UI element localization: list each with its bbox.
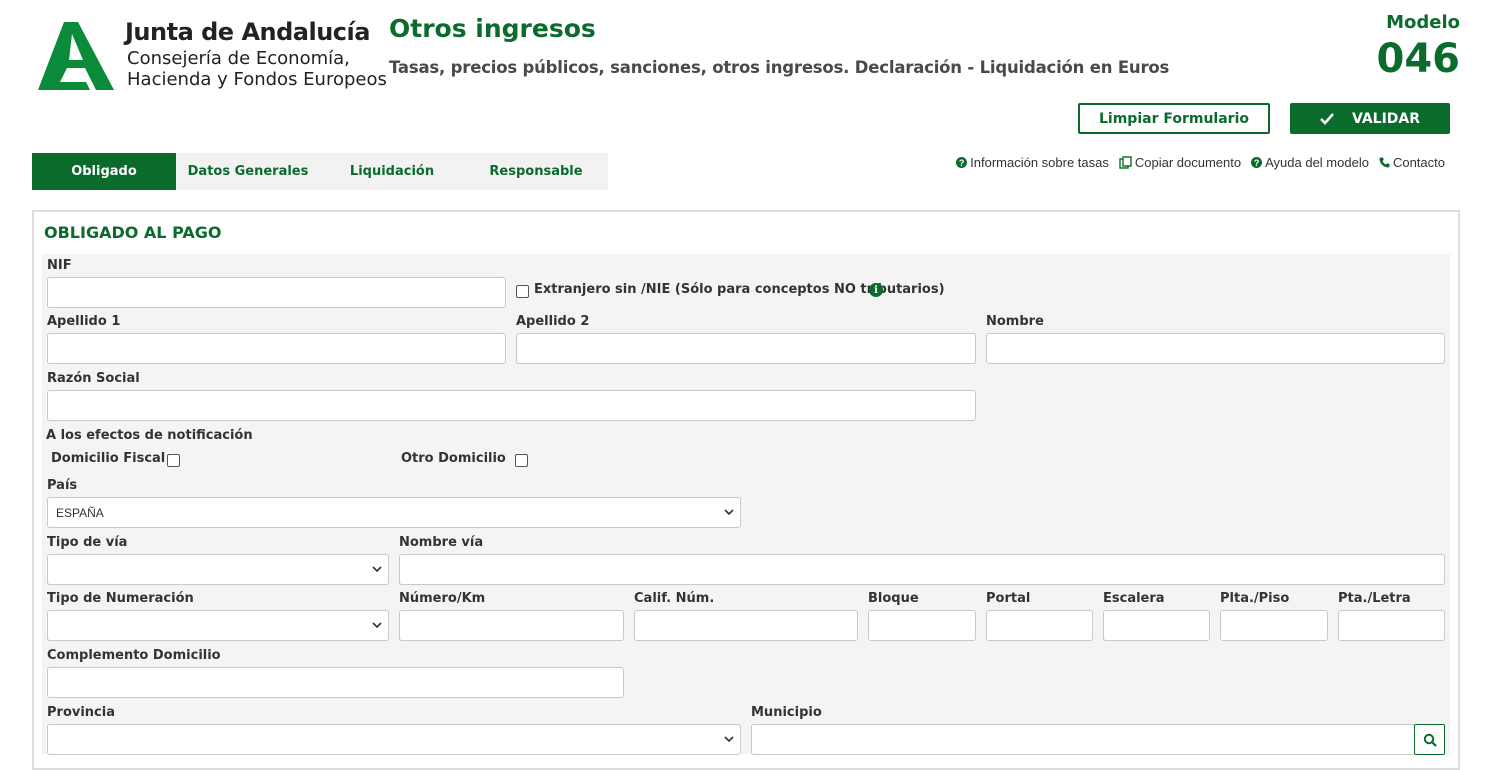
- brand-line-1: Consejería de Economía,: [127, 48, 350, 69]
- brand-title: Junta de Andalucía: [125, 18, 370, 46]
- link-contacto[interactable]: Contacto: [1379, 155, 1445, 170]
- nombre-label: Nombre: [986, 314, 1044, 329]
- escalera-label: Escalera: [1103, 591, 1165, 606]
- apellido2-label: Apellido 2: [516, 314, 590, 329]
- link-label: Información sobre tasas: [970, 155, 1109, 170]
- question-icon: ?: [956, 157, 968, 168]
- nombre-via-input[interactable]: [399, 554, 1445, 585]
- razon-social-input[interactable]: [47, 390, 976, 421]
- chevron-down-icon: [372, 622, 382, 629]
- modelo-number: 046: [1376, 36, 1461, 82]
- clear-form-button[interactable]: Limpiar Formulario: [1078, 103, 1270, 134]
- tipo-numeracion-label: Tipo de Numeración: [47, 591, 194, 606]
- bloque-label: Bloque: [868, 591, 919, 606]
- brand-line-2: Hacienda y Fondos Europeos: [127, 69, 387, 90]
- tab-obligado[interactable]: Obligado: [32, 153, 176, 190]
- portal-input[interactable]: [986, 610, 1093, 641]
- modelo-label: Modelo: [1386, 12, 1460, 33]
- chevron-down-icon: [724, 736, 734, 743]
- numero-km-input[interactable]: [399, 610, 624, 641]
- chevron-down-icon: [372, 566, 382, 573]
- search-icon: [1423, 733, 1437, 747]
- copy-icon: [1119, 156, 1132, 169]
- validate-label: VALIDAR: [1351, 110, 1421, 127]
- tipo-via-label: Tipo de vía: [47, 535, 128, 550]
- link-label: Ayuda del modelo: [1265, 155, 1369, 170]
- page-title: Otros ingresos: [389, 14, 596, 43]
- numero-km-label: Número/Km: [399, 591, 486, 606]
- municipio-input[interactable]: [751, 724, 1415, 755]
- question-icon: ?: [1251, 157, 1263, 168]
- nif-input[interactable]: [47, 277, 506, 308]
- escalera-input[interactable]: [1103, 610, 1210, 641]
- tab-liquidacion[interactable]: Liquidación: [320, 153, 464, 190]
- domicilio-fiscal-checkbox[interactable]: [167, 454, 180, 467]
- nombre-input[interactable]: [986, 333, 1445, 364]
- link-informacion-tasas[interactable]: ? Información sobre tasas: [956, 155, 1109, 170]
- section-title: OBLIGADO AL PAGO: [44, 223, 222, 242]
- link-label: Copiar documento: [1134, 155, 1242, 170]
- link-label: Contacto: [1392, 155, 1445, 170]
- provincia-select[interactable]: [47, 724, 741, 755]
- tab-bar: Obligado Datos Generales Liquidación Res…: [32, 153, 608, 190]
- otro-domicilio-checkbox[interactable]: [515, 454, 528, 467]
- calif-num-input[interactable]: [634, 610, 858, 641]
- apellido2-input[interactable]: [516, 333, 976, 364]
- chevron-down-icon: [724, 509, 734, 516]
- link-ayuda-modelo[interactable]: ? Ayuda del modelo: [1251, 155, 1369, 170]
- notificacion-label: A los efectos de notificación: [46, 428, 253, 443]
- domicilio-fiscal-label: Domicilio Fiscal: [51, 451, 166, 466]
- razon-social-label: Razón Social: [47, 371, 140, 386]
- page-subtitle: Tasas, precios públicos, sanciones, otro…: [389, 58, 1170, 77]
- tipo-numeracion-select[interactable]: [47, 610, 389, 641]
- nif-label: NIF: [47, 258, 72, 273]
- tipo-via-select[interactable]: [47, 554, 389, 585]
- calif-num-label: Calif. Núm.: [634, 591, 715, 606]
- pta-letra-input[interactable]: [1338, 610, 1445, 641]
- help-links: ? Información sobre tasas Copiar documen…: [956, 155, 1445, 170]
- pta-letra-label: Pta./Letra: [1338, 591, 1411, 606]
- extranjero-checkbox[interactable]: [516, 285, 529, 298]
- complemento-input[interactable]: [47, 667, 624, 698]
- check-icon: [1320, 112, 1334, 125]
- municipio-search-button[interactable]: [1414, 724, 1445, 755]
- link-copiar-documento[interactable]: Copiar documento: [1119, 155, 1241, 170]
- nombre-via-label: Nombre vía: [399, 535, 484, 550]
- apellido1-label: Apellido 1: [47, 314, 121, 329]
- otro-domicilio-label: Otro Domicilio: [401, 451, 506, 466]
- phone-icon: [1379, 157, 1390, 168]
- plta-piso-input[interactable]: [1220, 610, 1328, 641]
- bloque-input[interactable]: [868, 610, 976, 641]
- provincia-label: Provincia: [47, 705, 115, 720]
- info-icon[interactable]: i: [869, 283, 883, 297]
- tab-responsable[interactable]: Responsable: [464, 153, 608, 190]
- municipio-label: Municipio: [751, 705, 822, 720]
- apellido1-input[interactable]: [47, 333, 506, 364]
- validate-button[interactable]: VALIDAR: [1290, 103, 1450, 134]
- pais-value: ESPAÑA: [56, 505, 104, 520]
- plta-piso-label: Plta./Piso: [1220, 591, 1290, 606]
- pais-label: País: [47, 478, 78, 493]
- pais-select[interactable]: ESPAÑA: [47, 497, 741, 528]
- portal-label: Portal: [986, 591, 1031, 606]
- complemento-label: Complemento Domicilio: [47, 648, 221, 663]
- junta-andalucia-logo: [38, 22, 114, 90]
- brand-subtitle: Consejería de Economía, Hacienda y Fondo…: [127, 48, 387, 90]
- tab-datos-generales[interactable]: Datos Generales: [176, 153, 320, 190]
